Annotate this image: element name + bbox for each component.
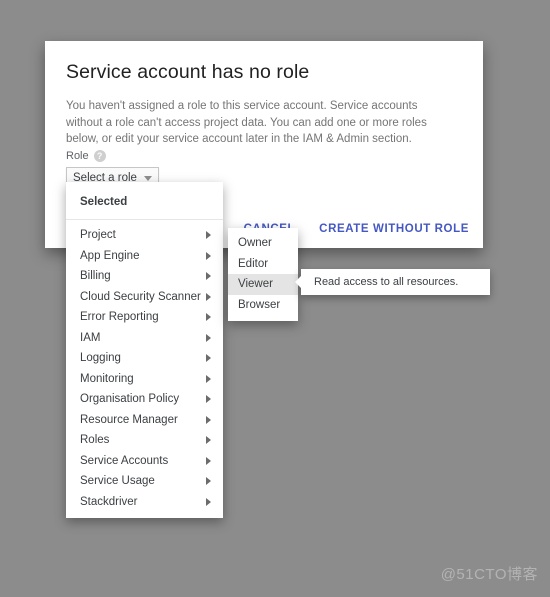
chevron-right-icon [206,497,211,506]
role-menu-item-label: Roles [80,434,110,447]
role-menu-item[interactable]: Organisation Policy [66,389,223,410]
watermark: @51CTO博客 [440,566,538,583]
chevron-right-icon [206,456,211,465]
role-menu: Selected Project App Engine Billing Cloud S… [66,182,223,518]
tooltip-text: Read access to all resources. [314,276,459,288]
dialog-body-text: You haven't assigned a role to this serv… [66,100,427,145]
chevron-right-icon [206,415,211,424]
chevron-right-icon [206,272,211,281]
role-label-row: Role ? [66,149,159,163]
role-menu-item[interactable]: Cloud Security Scanner [66,287,223,308]
role-tooltip: Read access to all resources. [295,269,490,295]
role-menu-item-label: Billing [80,270,111,283]
role-menu-item-label: Stackdriver [80,495,138,508]
role-menu-item[interactable]: App Engine [66,246,223,267]
menu-section-header: Selected [66,186,223,220]
role-menu-item-label: Resource Manager [80,413,178,426]
role-menu-item-label: Service Accounts [80,454,169,467]
chevron-right-icon [206,292,211,301]
role-menu-item-label: Monitoring [80,372,134,385]
role-menu-item[interactable]: Project [66,225,223,246]
chevron-right-icon [206,231,211,240]
chevron-right-icon [206,395,211,404]
chevron-right-icon [206,333,211,342]
chevron-down-icon [144,175,152,181]
chevron-right-icon [206,436,211,445]
role-menu-item[interactable]: Monitoring [66,369,223,390]
role-menu-item-label: Service Usage [80,475,155,488]
role-menu-item-label: Error Reporting [80,311,159,324]
chevron-right-icon [206,313,211,322]
role-submenu-item[interactable]: Owner [228,233,298,254]
role-menu-item[interactable]: Error Reporting [66,307,223,328]
dialog-title: Service account has no role [66,61,310,83]
role-menu-item[interactable]: IAM [66,328,223,349]
tooltip-arrow-icon [295,276,301,288]
role-submenu-item[interactable]: Editor [228,254,298,275]
role-menu-item-list: Project App Engine Billing Cloud Security S… [66,225,223,512]
chevron-right-icon [206,374,211,383]
role-menu-item-label: Project [80,229,116,242]
role-menu-item[interactable]: Logging [66,348,223,369]
role-submenu-item-selected[interactable]: Viewer [228,274,298,295]
chevron-right-icon [206,477,211,486]
chevron-right-icon [206,354,211,363]
role-menu-item[interactable]: Service Accounts [66,451,223,472]
role-menu-item[interactable]: Service Usage [66,471,223,492]
chevron-right-icon [206,251,211,260]
help-icon[interactable]: ? [93,150,106,162]
role-label: Role [66,150,89,162]
role-submenu: Owner Editor Viewer Browser [228,228,298,321]
create-without-role-button[interactable]: CREATE WITHOUT ROLE [319,223,469,235]
role-menu-item-label: Organisation Policy [80,393,180,406]
role-menu-item[interactable]: Billing [66,266,223,287]
role-menu-item[interactable]: Resource Manager [66,410,223,431]
role-menu-item-label: App Engine [80,249,140,262]
role-menu-item-label: Cloud Security Scanner [80,290,201,303]
role-submenu-item[interactable]: Browser [228,295,298,316]
role-menu-item[interactable]: Roles [66,430,223,451]
role-menu-item-label: Logging [80,352,121,365]
role-menu-item-label: IAM [80,331,101,344]
role-menu-item[interactable]: Stackdriver [66,492,223,513]
